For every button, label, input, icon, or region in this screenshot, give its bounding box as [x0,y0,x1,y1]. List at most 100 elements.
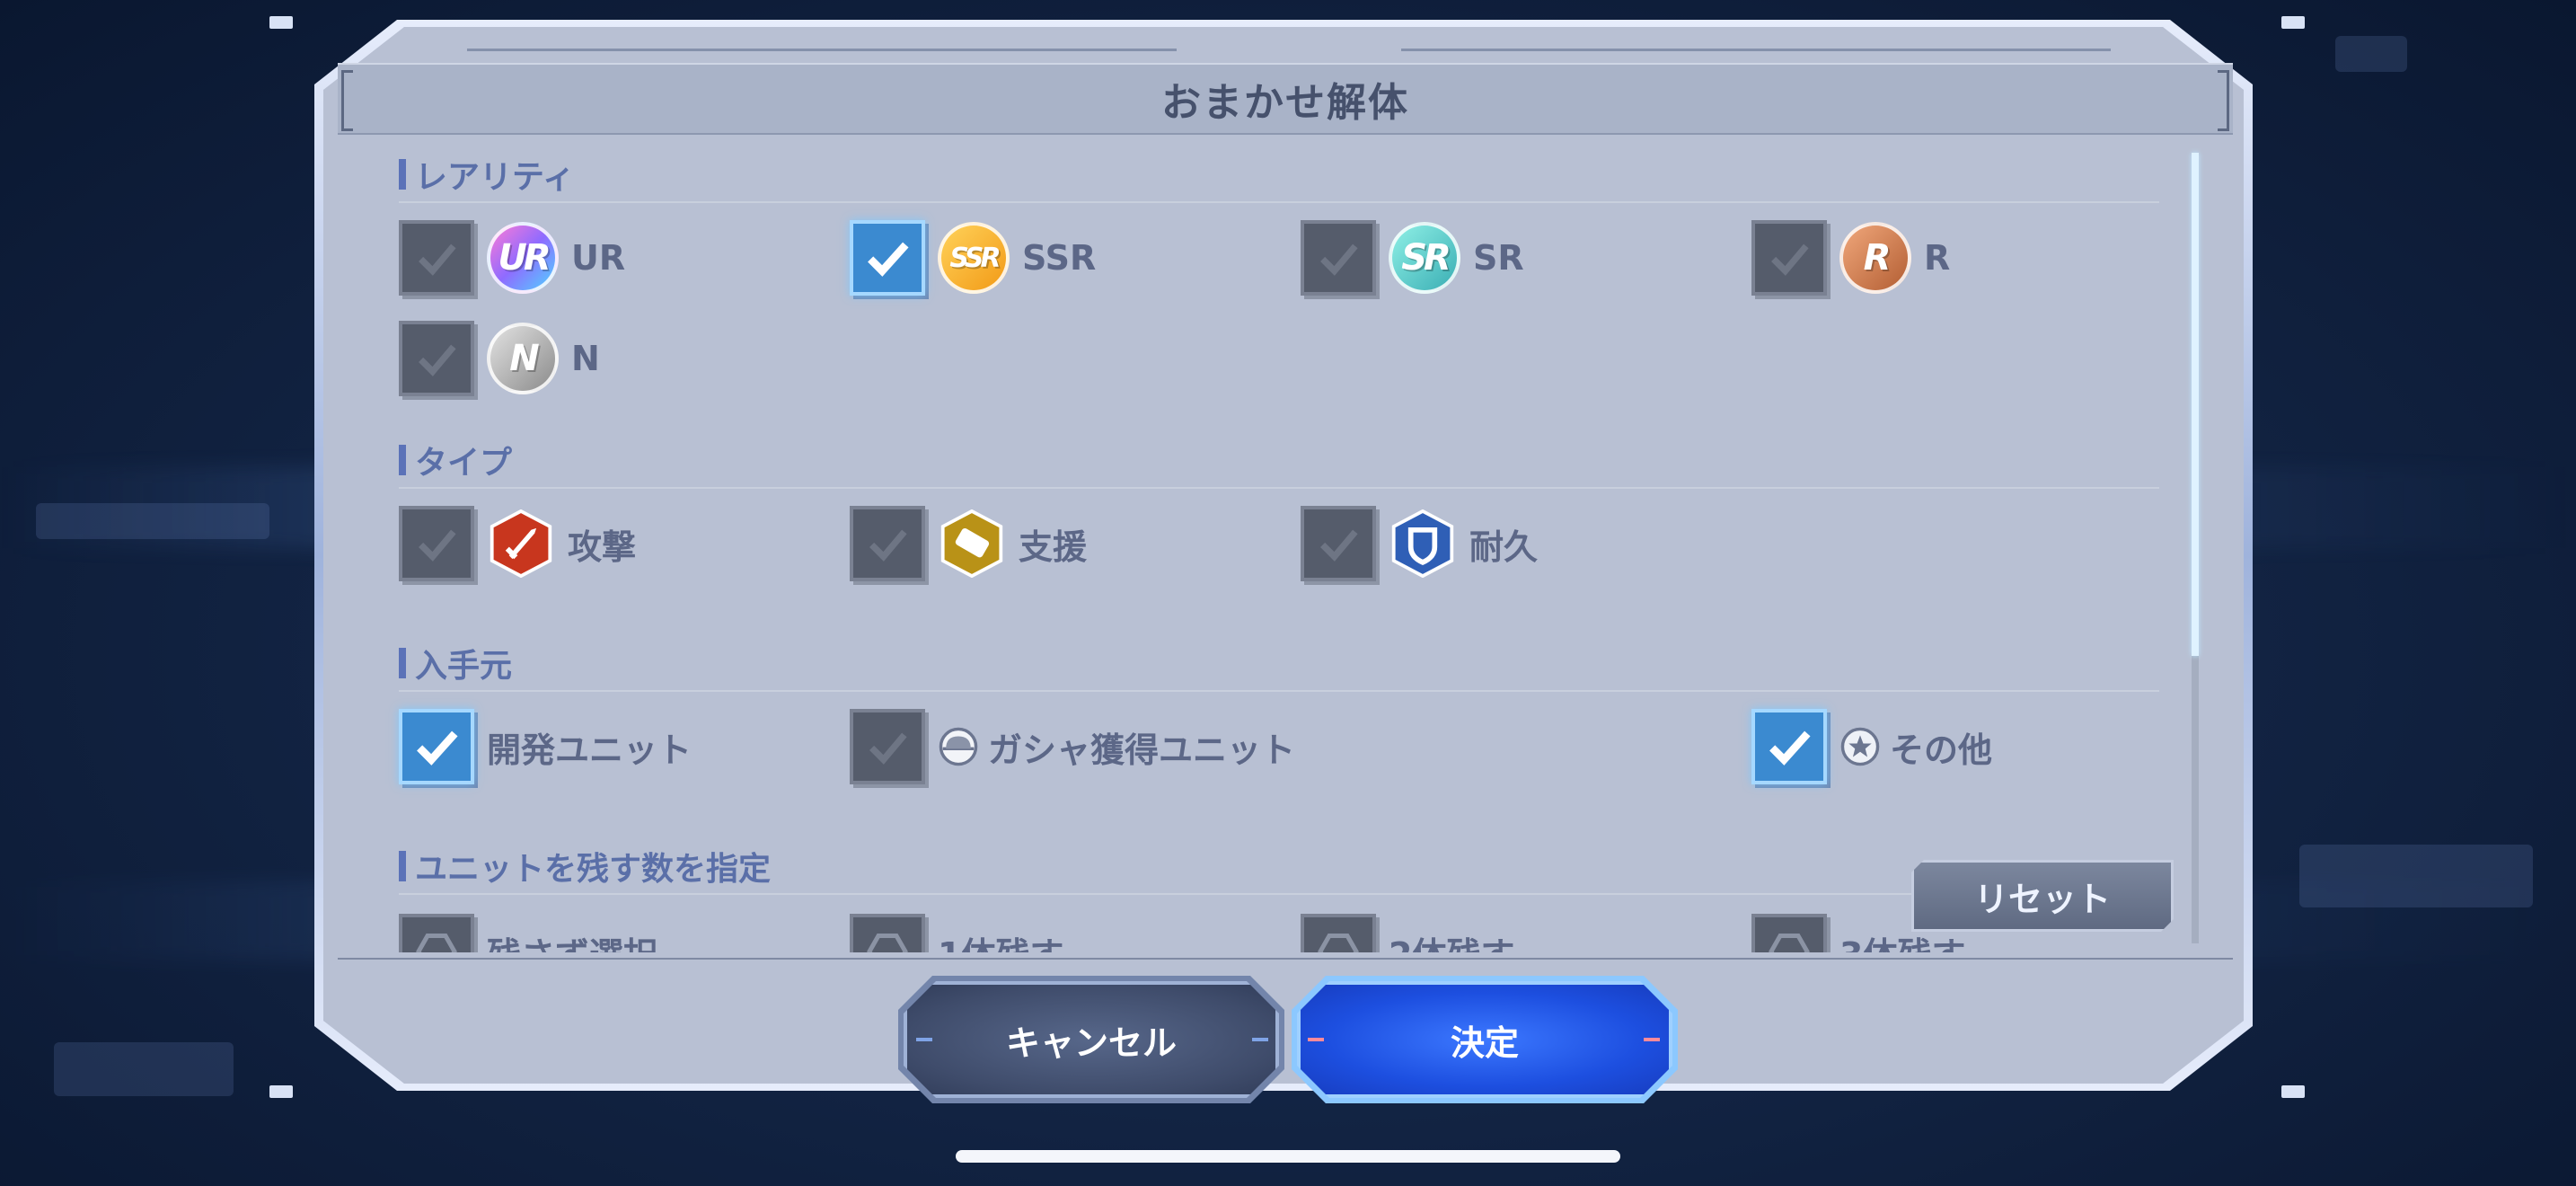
check-icon [869,732,907,765]
button-decoration [916,1038,932,1041]
option-label: 2体残す [1389,927,1514,953]
option-type-support[interactable]: 支援 [850,503,1087,584]
check-icon [1320,529,1358,562]
hexagon-icon [1769,934,1810,952]
scrollbar-thumb[interactable] [2192,153,2199,656]
background-tile [54,1042,234,1096]
corner-mark [2281,1085,2305,1098]
checkbox[interactable] [399,321,474,396]
option-label: SSR [1022,238,1097,278]
check-icon [419,243,456,276]
hexagon-icon [416,934,457,952]
option-label: 支援 [1019,527,1088,567]
check-icon [419,529,456,562]
option-label: 残さず選択 [487,927,657,953]
option-label: UR [571,238,626,278]
shield-icon [1391,509,1454,578]
reset-button[interactable]: リセット [1911,860,2174,932]
option-rarity-ur[interactable]: UR UR [399,217,625,298]
capsule-icon [939,727,978,766]
section-header-rarity: レアリティ [399,155,575,196]
corner-mark [269,1085,293,1098]
check-icon [1320,243,1358,276]
check-icon [869,529,907,562]
section-divider [399,893,2159,895]
option-label: 耐久 [1469,527,1539,567]
option-rarity-ssr[interactable]: SSR SSR [850,217,1096,298]
section-divider [399,690,2159,692]
sword-icon [490,509,552,578]
corner-mark [2281,16,2305,29]
footer-divider [338,958,2233,960]
option-label: 開発ユニット [487,730,693,770]
radio-button[interactable] [399,914,474,952]
checkbox[interactable] [1301,220,1376,296]
title-decoration-line [467,49,1177,51]
option-keep-1[interactable]: 1体残す [850,911,1063,952]
option-source-other[interactable]: その他 [1751,706,1992,787]
option-rarity-r[interactable]: R R [1751,217,1950,298]
option-source-development[interactable]: 開発ユニット [399,706,692,787]
section-title: タイプ [415,445,513,482]
title-decoration-line [1401,49,2111,51]
n-badge-icon: N [487,323,559,394]
checkbox[interactable] [1301,506,1376,581]
option-label: 攻撃 [568,527,637,567]
option-type-attack[interactable]: 攻撃 [399,503,636,584]
button-decoration [1644,1038,1660,1041]
background-tile [2299,845,2533,907]
section-title: 入手元 [415,648,513,685]
hexagon-icon [867,934,908,952]
section-header-type: タイプ [399,440,513,482]
background-tile [2335,36,2407,72]
ssr-badge-icon: SSR [938,222,1010,294]
option-type-endurance[interactable]: 耐久 [1301,503,1538,584]
option-rarity-sr[interactable]: SR SR [1301,217,1524,298]
check-icon [868,242,909,277]
star-medal-icon [1840,727,1880,766]
radio-button[interactable] [850,914,925,952]
home-indicator[interactable] [956,1150,1620,1163]
sr-badge-icon: SR [1389,222,1460,294]
check-icon [419,344,456,376]
button-decoration [1252,1038,1268,1041]
option-label: ガシャ獲得ユニット [988,730,1296,770]
r-badge-icon: R [1839,222,1911,294]
radio-button[interactable] [1751,914,1827,952]
cancel-button[interactable]: キャンセル [904,981,1279,1098]
checkbox-checked[interactable] [850,220,925,296]
section-title: ユニットを残す数を指定 [415,851,772,888]
checkbox[interactable] [399,220,474,296]
check-icon [417,730,458,766]
background-tile [36,503,269,539]
corner-mark [269,16,293,29]
checkbox[interactable] [850,709,925,784]
section-header-source: 入手元 [399,643,513,685]
radio-button[interactable] [1301,914,1376,952]
filter-list[interactable]: レアリティ UR UR SSR SSR SR SR R R N N タイプ 攻撃… [377,144,2174,952]
section-divider [399,201,2159,203]
title-bar: おまかせ解体 [338,63,2233,135]
hexagon-icon [1318,934,1359,952]
option-keep-none[interactable]: 残さず選択 [399,911,657,952]
confirm-button[interactable]: 決定 [1297,981,1672,1098]
checkbox[interactable] [1751,220,1827,296]
option-rarity-n[interactable]: N N [399,318,600,399]
title-bracket-left [341,70,353,131]
checkbox[interactable] [399,506,474,581]
section-title: レアリティ [415,159,575,196]
option-label: R [1924,238,1951,278]
ur-badge-icon: UR [487,222,559,294]
option-keep-2[interactable]: 2体残す [1301,911,1514,952]
checkbox-checked[interactable] [399,709,474,784]
checkbox[interactable] [850,506,925,581]
support-icon [940,509,1003,578]
scrollbar[interactable] [2192,153,2199,943]
section-divider [399,487,2159,489]
checkbox-checked[interactable] [1751,709,1827,784]
option-label: その他 [1890,730,1993,770]
check-icon [1771,243,1809,276]
option-source-gacha[interactable]: ガシャ獲得ユニット [850,706,1295,787]
dialog-title: おまかせ解体 [1161,80,1409,126]
title-bracket-right [2218,70,2229,131]
